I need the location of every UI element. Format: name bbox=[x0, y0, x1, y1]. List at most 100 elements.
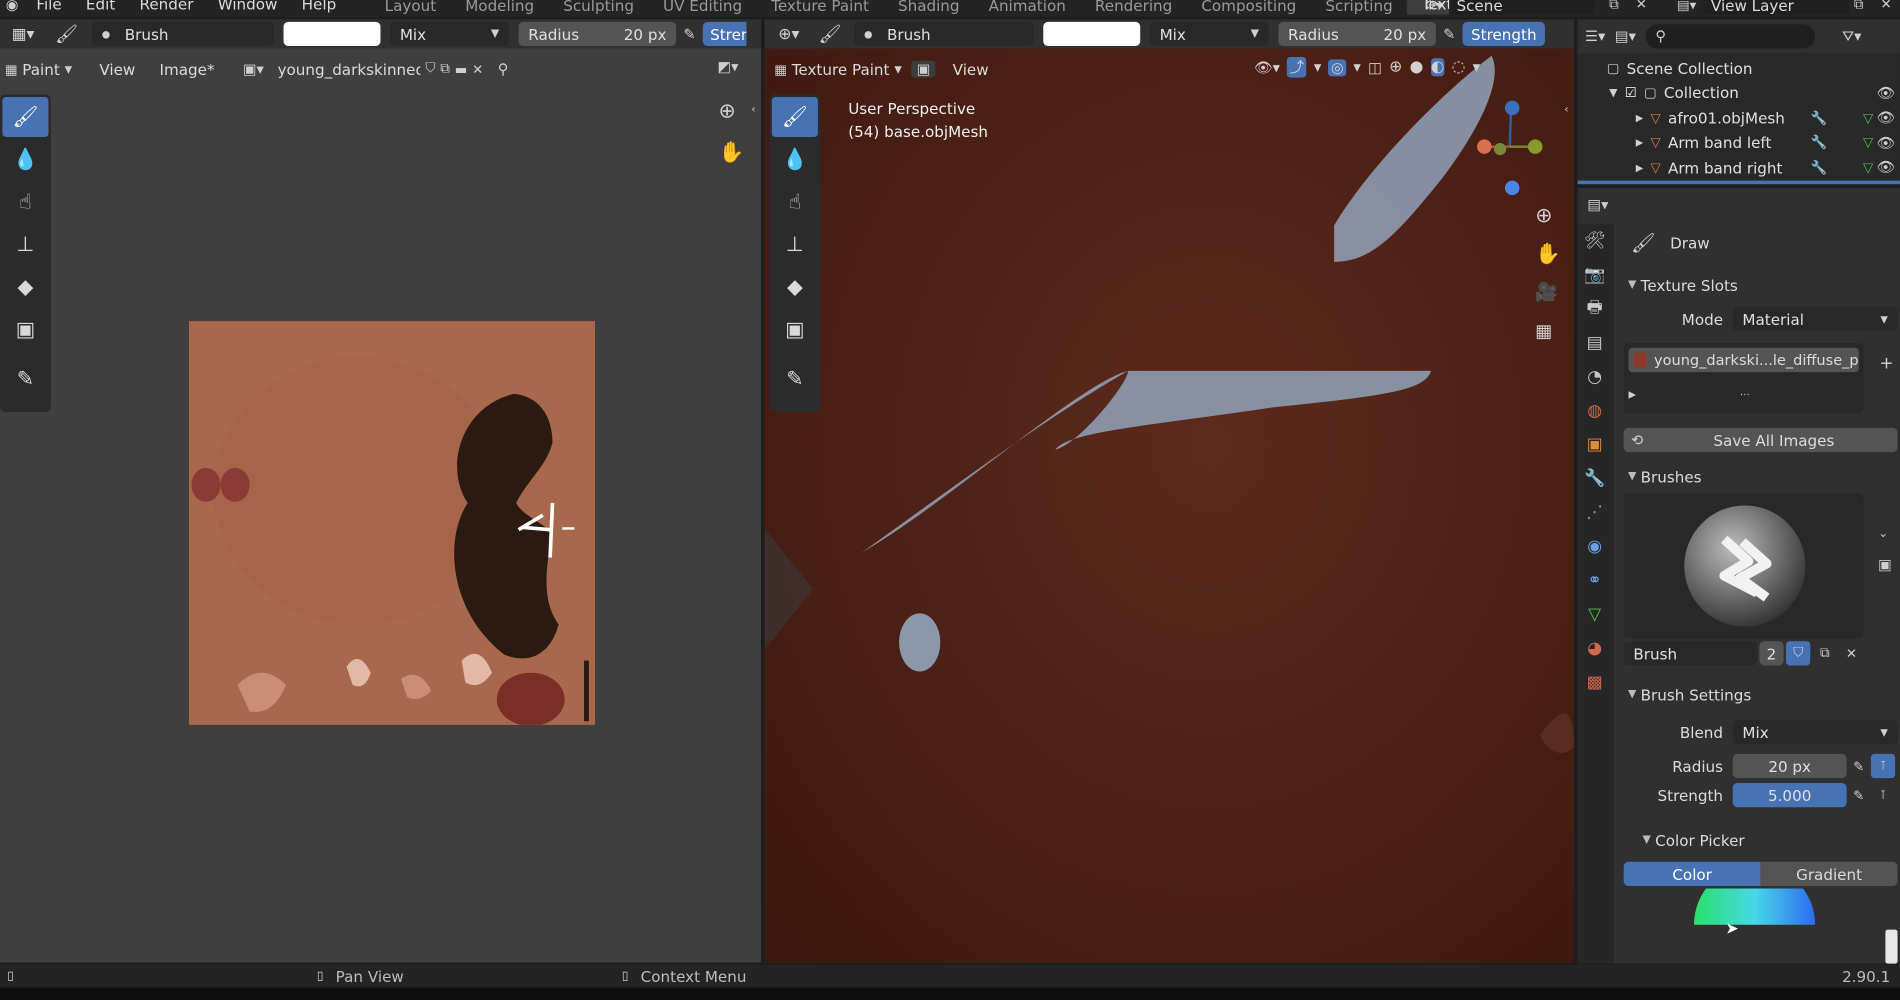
zoom-icon[interactable]: ⊕ bbox=[1535, 204, 1552, 228]
editor-type-icon[interactable]: ⊕▾ bbox=[772, 25, 806, 43]
texture-image[interactable] bbox=[189, 321, 595, 725]
soften-tool-icon[interactable]: 💧 bbox=[772, 139, 818, 179]
brush-color-swatch[interactable] bbox=[283, 21, 381, 47]
collection-row[interactable]: ▼ ☑ ▢ Collection 👁 bbox=[1578, 81, 1900, 106]
blend-dropdown[interactable]: Mix ▼ bbox=[1732, 719, 1898, 745]
blend-dropdown[interactable]: Mix ▼ bbox=[390, 21, 509, 47]
mode-dropdown[interactable]: ▦ Texture Paint ▼ bbox=[774, 60, 902, 78]
checkbox-icon[interactable]: ☑ bbox=[1625, 85, 1637, 101]
image-name[interactable]: young_darkskinned... bbox=[278, 60, 421, 78]
radius-unit-icon[interactable]: ⊺ bbox=[1870, 753, 1896, 779]
fill-tool-icon[interactable]: ◆ bbox=[2, 267, 48, 307]
menu-file[interactable]: File bbox=[24, 0, 74, 12]
material-shading-icon[interactable]: ◐ bbox=[1430, 58, 1445, 77]
tab-gradient[interactable]: Gradient bbox=[1760, 861, 1898, 887]
data-tab-icon[interactable]: ▽ bbox=[1578, 598, 1612, 632]
scene-tab-icon[interactable]: ◔ bbox=[1578, 360, 1612, 394]
display-mode-icon[interactable]: ▤▾ bbox=[1615, 28, 1636, 45]
menu-render[interactable]: Render bbox=[127, 0, 205, 12]
brush-preview[interactable] bbox=[1623, 493, 1864, 639]
texture-slots-panel-header[interactable]: ▼ Texture Slots bbox=[1624, 270, 1898, 299]
expand-arrow-icon[interactable]: ▶ bbox=[1636, 112, 1643, 123]
physics-tab-icon[interactable]: ◉ bbox=[1578, 530, 1612, 564]
world-tab-icon[interactable]: ◍ bbox=[1578, 394, 1612, 428]
strength-slider[interactable]: Stren bbox=[702, 21, 747, 47]
pan-hand-icon[interactable]: ✋ bbox=[1535, 242, 1561, 266]
menu-image[interactable]: Image* bbox=[150, 60, 224, 78]
duplicate-icon[interactable]: ⧉ bbox=[1813, 645, 1837, 662]
chevron-down-icon[interactable]: ⌄ bbox=[1878, 527, 1888, 540]
tab-compositing[interactable]: Compositing bbox=[1187, 0, 1311, 14]
mask-tool-icon[interactable]: ▣ bbox=[2, 309, 48, 349]
filter-icon[interactable]: ⛛▾ bbox=[1842, 27, 1862, 45]
rendered-shading-icon[interactable]: ◌ bbox=[1452, 58, 1466, 76]
modifier-wrench-icon[interactable]: 🔧 bbox=[1811, 135, 1828, 151]
delete-scene-icon[interactable]: ✕ bbox=[1636, 0, 1647, 12]
3d-viewport[interactable]: ⊕▾ 🖌 ● Brush Mix ▼ Radius 20 px ✎ Streng… bbox=[764, 19, 1574, 963]
modifier-tab-icon[interactable]: 🔧 bbox=[1578, 462, 1612, 496]
navigation-gizmo[interactable] bbox=[1467, 95, 1552, 204]
gizmo-icon[interactable]: ⤴ bbox=[1287, 56, 1307, 78]
editor-type-icon[interactable]: ▦▾ bbox=[5, 25, 41, 43]
solid-shading-icon[interactable]: ● bbox=[1410, 58, 1424, 76]
eye-icon[interactable]: 👁 bbox=[1877, 159, 1895, 176]
overlay-icon[interactable]: ◎ bbox=[1328, 58, 1347, 76]
radius-slider[interactable]: Radius 20 px bbox=[518, 21, 677, 47]
tab-animation[interactable]: Animation bbox=[974, 0, 1080, 14]
editor-type-icon[interactable]: ☰▾ bbox=[1585, 28, 1605, 45]
mesh-data-icon[interactable]: ▽ bbox=[1863, 160, 1873, 176]
fake-user-shield-icon[interactable]: ⛉ bbox=[425, 61, 435, 78]
menu-help[interactable]: Help bbox=[290, 0, 349, 12]
blend-dropdown[interactable]: Mix ▼ bbox=[1149, 21, 1269, 47]
soften-tool-icon[interactable]: 💧 bbox=[2, 139, 48, 179]
constraints-tab-icon[interactable]: ⚭ bbox=[1578, 564, 1612, 598]
clone-tool-icon[interactable]: ⊥ bbox=[2, 224, 48, 264]
chevron-down-icon[interactable]: ▼ bbox=[1314, 62, 1321, 73]
brush-tool-icon[interactable]: 🖌 bbox=[813, 23, 847, 45]
strength-slider[interactable]: Strength bbox=[1462, 21, 1545, 47]
mesh-data-icon[interactable]: ▽ bbox=[1863, 110, 1873, 126]
outliner-search-input[interactable]: ⚲ bbox=[1645, 24, 1816, 49]
draw-tool-icon[interactable]: 🖌 bbox=[2, 96, 49, 137]
mode-dropdown[interactable]: Material ▼ bbox=[1732, 306, 1898, 331]
view-layer-selector[interactable]: ▤▾ View Layer bbox=[1670, 0, 1850, 14]
tab-modeling[interactable]: Modeling bbox=[451, 0, 549, 14]
tab-uv-editing[interactable]: UV Editing bbox=[649, 0, 757, 14]
unlink-icon[interactable]: ✕ bbox=[1839, 645, 1863, 661]
paint-mask-icon[interactable]: ▣ bbox=[911, 60, 936, 78]
tab-scripting[interactable]: Scripting bbox=[1311, 0, 1407, 14]
new-view-layer-icon[interactable]: ⧉ bbox=[1854, 0, 1864, 13]
annotate-tool-icon[interactable]: ✎ bbox=[2, 359, 48, 399]
smear-tool-icon[interactable]: ☝ bbox=[772, 182, 818, 222]
scene-collection-row[interactable]: ▢ Scene Collection bbox=[1578, 56, 1900, 81]
camera-icon[interactable]: 🎥 bbox=[1535, 281, 1558, 303]
brush-color-swatch[interactable] bbox=[1043, 21, 1141, 47]
editor-type-icon[interactable]: ▤▾ bbox=[1587, 196, 1608, 213]
texture-slot-item[interactable]: young_darkski...le_diffuse_png bbox=[1628, 347, 1859, 373]
brush-settings-panel-header[interactable]: ▼ Brush Settings bbox=[1624, 680, 1898, 709]
tab-layout[interactable]: Layout bbox=[370, 0, 451, 14]
add-slot-icon[interactable]: + bbox=[1879, 354, 1893, 373]
collapse-sidebar-icon[interactable]: ‹ bbox=[1564, 104, 1568, 116]
output-tab-icon[interactable]: 🖶 bbox=[1578, 292, 1612, 326]
outliner-item[interactable]: ▶ ▽ Arm band left 🔧 ▽ 👁 bbox=[1578, 130, 1900, 155]
color-picker-panel-header[interactable]: ▼ Color Picker bbox=[1624, 825, 1898, 854]
tab-shading[interactable]: Shading bbox=[883, 0, 974, 14]
strength-pressure-icon[interactable]: ⊺ bbox=[1871, 788, 1895, 801]
smear-tool-icon[interactable]: ☝ bbox=[2, 182, 48, 222]
image-icon[interactable]: ▣ bbox=[1878, 556, 1892, 573]
perspective-grid-icon[interactable]: ▦ bbox=[1535, 320, 1552, 342]
mask-tool-icon[interactable]: ▣ bbox=[772, 309, 818, 349]
clone-tool-icon[interactable]: ⊥ bbox=[772, 224, 818, 264]
chevron-down-icon[interactable]: ▼ bbox=[1353, 62, 1360, 73]
delete-view-layer-icon[interactable]: ✕ bbox=[1881, 0, 1892, 12]
pin-icon[interactable]: ⚲ bbox=[498, 61, 509, 78]
strength-field[interactable]: 5.000 bbox=[1732, 783, 1847, 808]
visibility-icon[interactable]: 👁▾ bbox=[1254, 59, 1280, 76]
radius-field[interactable]: 20 px bbox=[1732, 753, 1847, 779]
new-scene-icon[interactable]: ⧉ bbox=[1609, 0, 1619, 13]
xray-icon[interactable]: ◫ bbox=[1368, 59, 1382, 76]
eye-icon[interactable]: 👁 bbox=[1877, 134, 1895, 151]
brush-selector[interactable]: ● Brush bbox=[854, 21, 1034, 47]
wireframe-shading-icon[interactable]: ⊕ bbox=[1389, 58, 1402, 76]
